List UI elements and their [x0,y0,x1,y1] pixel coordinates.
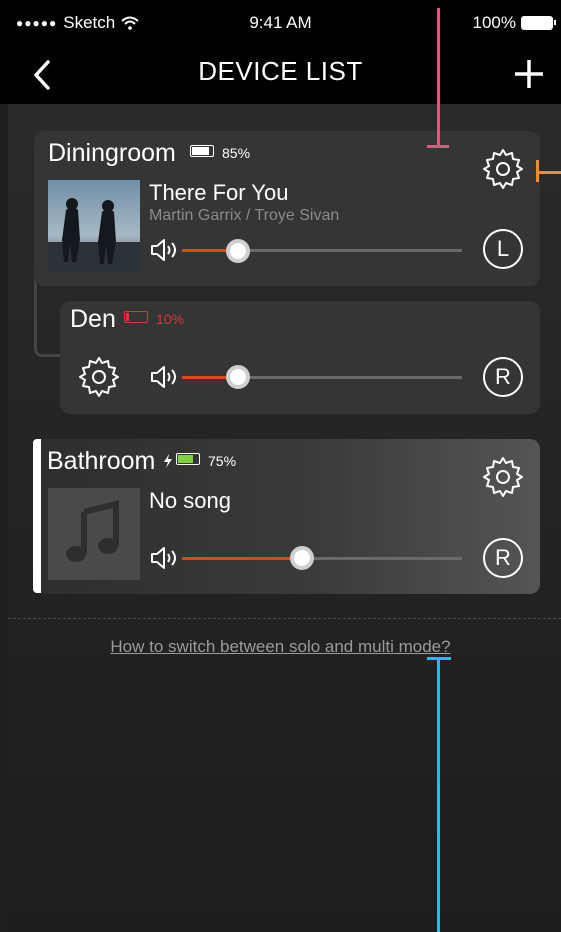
volume-fill [182,557,303,560]
status-battery-label: 100% [472,13,516,32]
battery-percent: 85% [222,145,251,161]
nav-bar: DEVICE LIST [0,46,561,104]
gear-icon[interactable] [481,147,525,191]
battery-icon [190,145,214,157]
active-indicator [33,439,41,593]
volume-knob[interactable] [290,546,315,570]
battery-low-icon [124,311,148,323]
battery-percent: 75% [208,453,237,469]
status-battery-icon [521,16,556,30]
device-name: Den [70,305,116,333]
channel-button[interactable]: R [483,357,523,397]
gear-icon[interactable] [77,355,121,399]
channel-button[interactable]: R [483,538,523,578]
plus-icon[interactable] [511,56,547,92]
volume-slider[interactable] [182,376,462,379]
volume-slider[interactable] [182,249,462,252]
speaker-icon [151,366,176,388]
speaker-icon [151,239,176,261]
album-art [48,180,140,272]
annotation-orange-line [537,171,561,174]
gear-icon[interactable] [481,455,525,499]
channel-button[interactable]: L [483,229,523,269]
speaker-icon [151,547,176,569]
group-connector [34,280,62,357]
annotation-pink-line [437,8,440,148]
annotation-pink-cap [427,145,449,148]
battery-percent: 10% [156,311,185,327]
device-name: Bathroom [47,447,156,475]
volume-knob[interactable] [226,239,250,263]
volume-slider[interactable] [182,557,462,560]
song-title: There For You [149,180,289,205]
help-link[interactable]: How to switch between solo and multi mod… [0,637,561,657]
no-song-art [48,488,140,580]
divider [8,618,561,619]
page-title: DEVICE LIST [198,56,363,86]
battery-charging-icon [176,453,200,465]
annotation-blue-line [437,660,440,932]
volume-knob[interactable] [226,365,250,389]
battery-area: 100% [472,13,556,33]
status-bar: ●●●●● Sketch 9:41 AM 100% [0,0,561,46]
charging-bolt-icon [164,454,172,468]
song-title: No song [149,488,231,513]
song-artist: Martin Garrix / Troye Sivan [149,207,340,224]
device-name: Diningroom [48,139,176,167]
music-note-icon [66,500,119,562]
